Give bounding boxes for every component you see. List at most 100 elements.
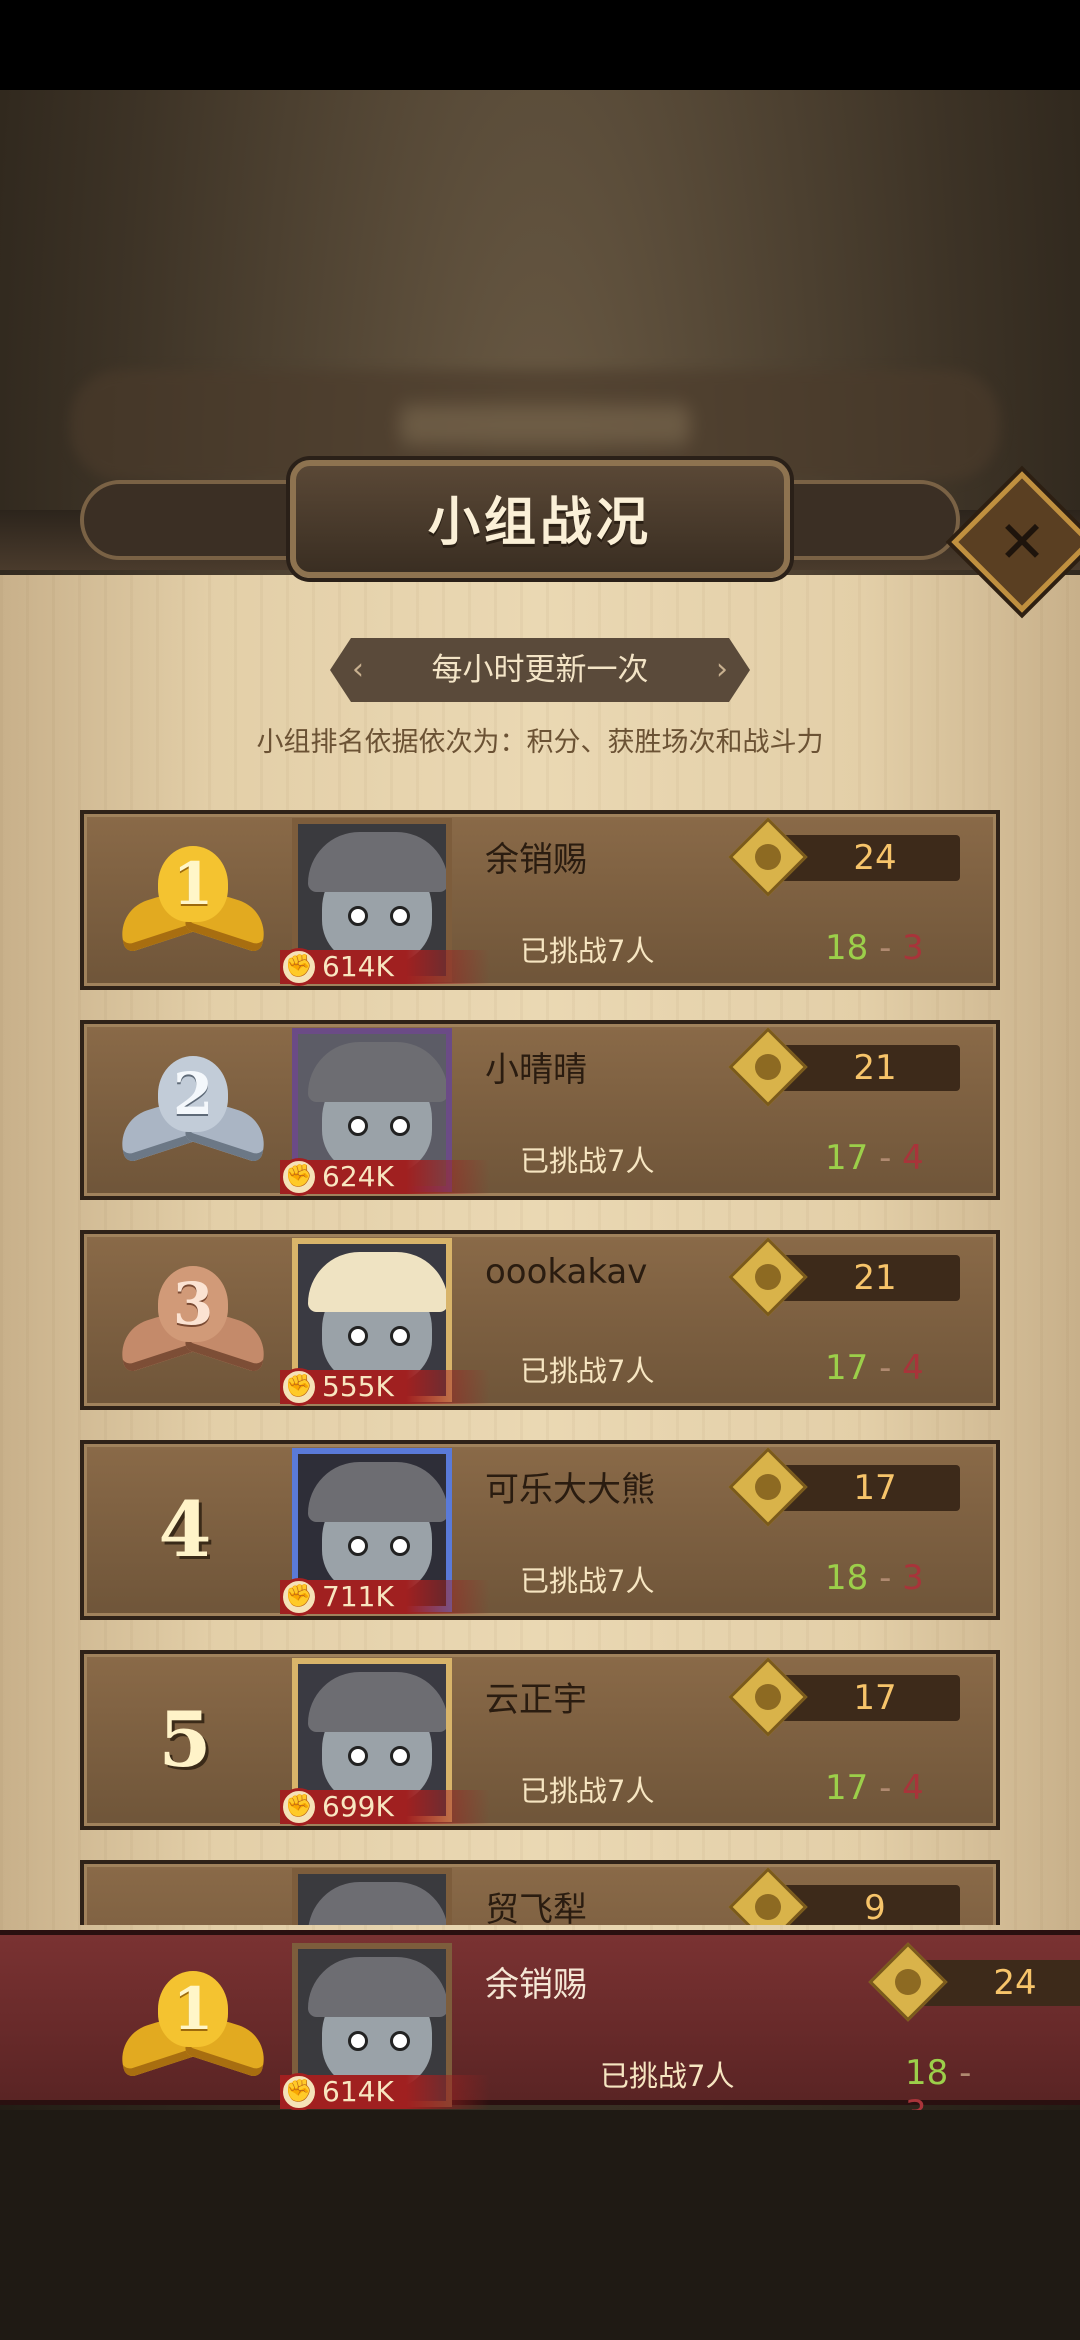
win-loss-record: 18 - 3 (825, 1558, 924, 1598)
score-value: 9 (864, 1888, 886, 1925)
avatar-eye (390, 2031, 410, 2051)
wins-value: 17 (825, 1138, 869, 1178)
avatar-hair (308, 1252, 446, 1312)
power-value: 614K (322, 950, 394, 983)
ranking-row[interactable]: 贸飞犁 9 (80, 1860, 1000, 1925)
fist-icon: ✊ (280, 1788, 318, 1826)
avatar-eye (348, 1116, 368, 1136)
rank-number: 5 (158, 1695, 212, 1784)
avatar-hair (308, 1957, 446, 2017)
my-ranking-bar[interactable]: 1 ✊ 614K 余销赐 已挑战7人 24 18 - 3 (0, 1930, 1080, 2133)
record-separator: - (868, 1768, 903, 1808)
avatar-eye (390, 906, 410, 926)
ranking-row[interactable]: 4 ✊ 711K 可乐大大熊 已挑战7人 17 18 - 3 (80, 1440, 1000, 1620)
wins-value: 18 (905, 2053, 949, 2093)
rank-number: 4 (158, 1485, 212, 1574)
record-separator: - (868, 1138, 903, 1178)
avatar-hair (308, 832, 446, 892)
avatar-eye (348, 2031, 368, 2051)
power-value: 699K (322, 1790, 394, 1823)
challenged-count: 已挑战7人 (520, 1144, 655, 1178)
rank-number: 1 (158, 846, 228, 922)
power-tag: ✊ 614K (280, 2073, 490, 2111)
avatar-eye (390, 1536, 410, 1556)
power-value: 711K (322, 1580, 394, 1613)
win-loss-record: 18 - 3 (825, 928, 924, 968)
player-name: oookakav (485, 1252, 648, 1292)
rank-medal-icon: 1 (113, 1965, 273, 2085)
losses-value: 3 (902, 928, 924, 968)
ranking-row[interactable]: 1 ✊ 614K 余销赐 已挑战7人 24 18 - 3 (80, 810, 1000, 990)
score-value: 21 (853, 1258, 897, 1298)
rank-area: 5 (80, 1650, 290, 1830)
fist-icon: ✊ (280, 2073, 318, 2111)
avatar-eye (348, 1536, 368, 1556)
power-tag: ✊ 624K (280, 1158, 490, 1196)
ranking-row[interactable]: 3 ✊ 555K oookakav 已挑战7人 21 17 - 4 (80, 1230, 1000, 1410)
wins-value: 17 (825, 1768, 869, 1808)
score-box: 24 (868, 1942, 1080, 2022)
fist-icon: ✊ (280, 1578, 318, 1616)
rank-area (80, 1860, 290, 1925)
score-box: 17 (728, 1657, 960, 1737)
rank-medal-icon: 1 (113, 840, 273, 960)
avatar-hair (308, 1462, 446, 1522)
rank-area: 3 (80, 1230, 290, 1410)
rank-number: 2 (158, 1056, 228, 1132)
fist-icon: ✊ (280, 948, 318, 986)
ranking-row[interactable]: 5 ✊ 699K 云正宇 已挑战7人 17 17 - 4 (80, 1650, 1000, 1830)
fist-icon: ✊ (280, 1158, 318, 1196)
score-box: 21 (728, 1027, 960, 1107)
bottom-area (0, 2110, 1080, 2340)
challenged-count: 已挑战7人 (600, 2059, 735, 2093)
losses-value: 4 (902, 1768, 924, 1808)
avatar-hair (308, 1882, 446, 1925)
avatar-eye (348, 906, 368, 926)
rank-medal-icon: 3 (113, 1260, 273, 1380)
record-separator: - (948, 2053, 972, 2093)
fist-icon: ✊ (280, 1368, 318, 1406)
ranking-list[interactable]: 1 ✊ 614K 余销赐 已挑战7人 24 18 - 3 2 ✊ 624K 小晴… (0, 0, 1080, 1925)
power-tag: ✊ 555K (280, 1368, 490, 1406)
rank-area: 1 (80, 1935, 290, 2115)
score-value: 24 (993, 1963, 1037, 2003)
score-box: 21 (728, 1237, 960, 1317)
challenged-count: 已挑战7人 (520, 934, 655, 968)
player-name: 余销赐 (485, 1965, 587, 2005)
avatar-eye (390, 1326, 410, 1346)
rank-area: 4 (80, 1440, 290, 1620)
player-name: 余销赐 (485, 840, 587, 880)
avatar-hair (308, 1042, 446, 1102)
wins-value: 18 (825, 928, 869, 968)
rank-area: 2 (80, 1020, 290, 1200)
record-separator: - (868, 928, 903, 968)
score-box: 24 (728, 817, 960, 897)
challenged-count: 已挑战7人 (520, 1774, 655, 1808)
power-tag: ✊ 699K (280, 1788, 490, 1826)
score-value: 24 (853, 838, 897, 878)
player-name: 小晴晴 (485, 1050, 587, 1090)
rank-number: 1 (158, 1971, 228, 2047)
score-box: 9 (728, 1867, 960, 1925)
power-value: 614K (322, 2075, 394, 2108)
ranking-row[interactable]: 1 ✊ 614K 余销赐 已挑战7人 24 18 - 3 (80, 1935, 1080, 2133)
score-value: 17 (853, 1468, 897, 1508)
losses-value: 3 (902, 1558, 924, 1598)
wins-value: 17 (825, 1348, 869, 1388)
ranking-row[interactable]: 2 ✊ 624K 小晴晴 已挑战7人 21 17 - 4 (80, 1020, 1000, 1200)
challenged-count: 已挑战7人 (520, 1564, 655, 1598)
win-loss-record: 17 - 4 (825, 1138, 924, 1178)
player-name: 云正宇 (485, 1680, 587, 1720)
player-name: 贸飞犁 (485, 1890, 587, 1925)
avatar-eye (390, 1116, 410, 1136)
record-separator: - (868, 1558, 903, 1598)
avatar-hair (308, 1672, 446, 1732)
avatar-eye (348, 1326, 368, 1346)
challenged-count: 已挑战7人 (520, 1354, 655, 1388)
power-value: 555K (322, 1370, 394, 1403)
player-avatar[interactable] (292, 1868, 452, 1925)
avatar-eye (390, 1746, 410, 1766)
power-tag: ✊ 614K (280, 948, 490, 986)
losses-value: 4 (902, 1138, 924, 1178)
losses-value: 4 (902, 1348, 924, 1388)
